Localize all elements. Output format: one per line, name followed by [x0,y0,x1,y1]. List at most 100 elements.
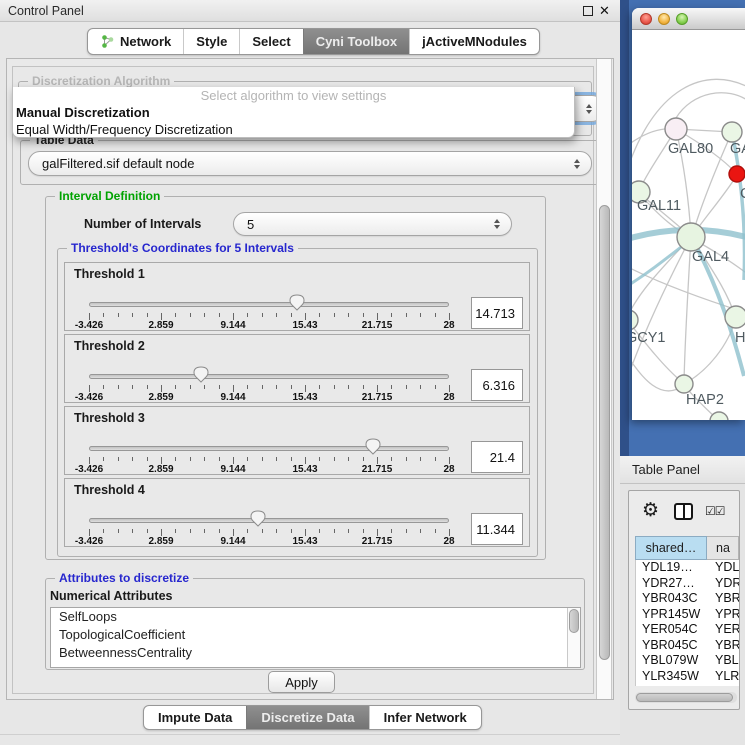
table-row[interactable]: YBL079WYBL0 [636,653,739,669]
tick-mark [204,457,205,461]
slider-thumb-icon[interactable] [365,438,381,455]
table-row[interactable]: YIL052CYIL0 [636,684,739,686]
checkbox-icons[interactable]: ☑☑ [705,504,725,518]
tick-mark [118,385,119,389]
close-traffic-light-icon[interactable] [640,13,652,25]
list-item-betweennesscentrality[interactable]: BetweennessCentrality [51,644,580,662]
tick-mark [391,457,392,461]
table-data-combo[interactable]: galFiltered.sif default node [28,151,592,176]
cell-shared-name: YDR27… [636,576,708,592]
tab-jactivemnodules[interactable]: jActiveMNodules [409,29,539,54]
tab-style[interactable]: Style [183,29,239,54]
close-icon[interactable]: ✕ [599,2,610,20]
numerical-attributes-list[interactable]: SelfLoopsTopologicalCoefficientBetweenne… [50,607,581,668]
algorithm-dropdown-popup: Select algorithm to view settings Manual… [12,87,575,138]
table-horizontal-scrollbar[interactable] [635,692,737,703]
panel-vertical-scrollbar[interactable] [596,59,612,699]
tab-impute-data[interactable]: Impute Data [144,706,246,729]
tick-mark [132,385,133,389]
tick-label: 28 [443,320,454,331]
table-row[interactable]: YBR043CYBR0 [636,591,739,607]
cell-shared-name: YBR045C [636,638,708,654]
tick-mark [420,457,421,461]
algorithm-option-manual-discretization[interactable]: Manual Discretization [13,104,574,121]
tick-label: 9.144 [220,536,245,547]
network-node[interactable] [722,122,742,142]
slider-track[interactable] [89,518,449,523]
table-panel-titlebar: Table Panel [620,456,745,484]
slider-thumb-icon[interactable] [193,366,209,383]
tick-mark [262,457,263,461]
node-label-gal80: GAL80 [668,141,713,157]
cell-name: YBL0 [708,653,739,669]
network-node[interactable] [725,306,745,328]
column-layout-icon[interactable] [674,503,693,520]
table-row[interactable]: YLR345WYLR3 [636,669,739,685]
network-node[interactable] [710,412,728,420]
slider-track[interactable] [89,302,449,307]
column-header-shared-name[interactable]: shared… [635,536,707,560]
network-node-gal4[interactable] [677,223,705,251]
tab-network[interactable]: Network [88,29,183,54]
gear-icon[interactable]: ⚙ [642,500,659,522]
list-item-selfloops[interactable]: SelfLoops [51,608,580,626]
slider-thumb-icon[interactable] [289,294,305,311]
network-node-gcy1[interactable] [632,310,638,330]
table-scrollbar-thumb[interactable] [636,693,733,702]
list-scrollbar[interactable] [567,608,580,667]
network-node[interactable] [729,166,745,182]
tick-mark [291,385,292,389]
algorithm-option-equal-width-frequency-discretization[interactable]: Equal Width/Frequency Discretization [13,121,574,138]
tick-mark [348,457,349,461]
apply-button[interactable]: Apply [268,671,335,693]
threshold-value-field[interactable]: 21.4 [471,441,523,473]
tab-discretize-data[interactable]: Discretize Data [246,706,368,729]
tab-label: Select [252,34,290,49]
table-row[interactable]: YDL19…YDL1 [636,560,739,576]
tick-mark [334,529,335,533]
network-node-gal80[interactable] [665,118,687,140]
threshold-value-field[interactable]: 6.316 [471,369,523,401]
table-row[interactable]: YPR145WYPR1 [636,607,739,623]
network-icon [100,34,115,49]
table-row[interactable]: YER054CYER0 [636,622,739,638]
tick-label: 21.715 [362,392,393,403]
list-scrollbar-thumb[interactable] [569,609,579,633]
tab-label: Network [120,34,171,49]
slider-track[interactable] [89,374,449,379]
tab-cyni-toolbox[interactable]: Cyni Toolbox [303,29,409,54]
slider-track[interactable] [89,446,449,451]
tick-mark [175,313,176,317]
slider-thumb-icon[interactable] [250,510,266,527]
tick-mark [161,313,162,320]
tab-select[interactable]: Select [239,29,302,54]
panel-scrollbar-thumb[interactable] [599,205,610,660]
minimize-traffic-light-icon[interactable] [658,13,670,25]
tick-mark [204,529,205,533]
number-of-intervals-combo[interactable]: 5 [233,212,512,236]
network-canvas[interactable]: GAL80GACGAL11GAL4GCY1HHAP2 [632,30,745,420]
tick-mark [190,313,191,317]
table-row[interactable]: YDR27…YDR2 [636,576,739,592]
network-node-hap2[interactable] [675,375,693,393]
cell-shared-name: YER054C [636,622,708,638]
threshold-value-field[interactable]: 11.344 [471,513,523,545]
network-window-titlebar[interactable] [632,8,745,30]
network-view-window[interactable]: GAL80GACGAL11GAL4GCY1HHAP2 [632,8,745,420]
tick-mark [363,313,364,317]
float-window-icon[interactable] [583,6,593,16]
threshold-value-field[interactable]: 14.713 [471,297,523,329]
table-row[interactable]: YBR045CYBR0 [636,638,739,654]
number-of-intervals-value: 5 [247,217,254,232]
zoom-traffic-light-icon[interactable] [676,13,688,25]
cell-name: YDR2 [708,576,739,592]
threshold-panels: Threshold 1 -3.4262.8599.14415.4321.7152… [64,262,532,550]
column-header-name[interactable]: na [707,536,739,560]
tab-infer-network[interactable]: Infer Network [369,706,481,729]
list-item-topologicalcoefficient[interactable]: TopologicalCoefficient [51,626,580,644]
table-data-combo-value: galFiltered.sif default node [42,156,194,171]
tick-mark [406,385,407,389]
tick-mark [363,385,364,389]
control-panel-titlebar: Control Panel ✕ [0,0,620,22]
tick-mark [118,313,119,317]
